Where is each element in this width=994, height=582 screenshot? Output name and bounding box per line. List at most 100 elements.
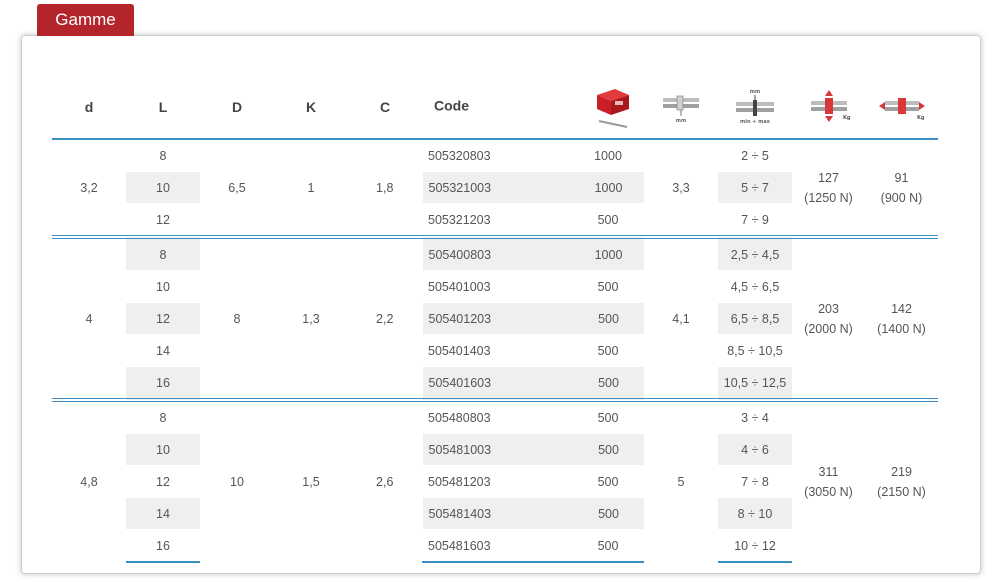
tensile-force-icon: Kg xyxy=(878,98,925,121)
cell-L: 12 xyxy=(126,302,200,335)
col-header-C: C xyxy=(348,76,422,140)
tensile-n: (2150 N) xyxy=(877,485,926,499)
col-header-K: K xyxy=(274,76,348,140)
tensile-kg: 142 xyxy=(891,301,912,316)
cell-L: 8 xyxy=(126,139,200,172)
cell-L: 12 xyxy=(126,203,200,237)
cell-C: 2,6 xyxy=(348,398,422,562)
col-header-thickness: mm xyxy=(644,76,718,140)
cell-code: 505321203 500 xyxy=(422,203,644,237)
code-value: 505481603 xyxy=(428,538,491,553)
col-header-shear: Kg xyxy=(792,76,865,140)
box-qty: 500 xyxy=(597,410,619,425)
cell-code: 505481403 500 xyxy=(421,497,644,530)
cell-L: 10 xyxy=(126,171,200,204)
code-value: 505401003 xyxy=(428,279,491,294)
shear-n: (2000 N) xyxy=(804,321,853,336)
cell-grip: 5 ÷ 7 xyxy=(718,171,792,204)
cell-L: 8 xyxy=(126,398,200,434)
box-qty: 500 xyxy=(598,506,619,521)
svg-text:Kg: Kg xyxy=(917,115,925,121)
cell-thickness: 5 xyxy=(644,398,718,562)
cell-thickness: 4,1 xyxy=(644,235,718,400)
cell-d: 4 xyxy=(52,235,126,400)
cell-L: 16 xyxy=(126,529,200,563)
col-header-grip-range: mm min ÷ max xyxy=(718,76,792,140)
cell-L: 12 xyxy=(126,465,200,498)
code-value: 505400803 xyxy=(428,247,492,262)
col-header-code: Code xyxy=(422,76,644,140)
grip-range-icon: mm min ÷ max xyxy=(736,89,774,125)
table-row: 3,2 8 6,5 1 1,8 505320803 1000 3,3 2 ÷ 5 … xyxy=(52,139,938,237)
cell-K: 1,5 xyxy=(274,398,348,562)
range-panel: d L D K C Code mm mm min ÷ max Kg Kg 3,2… xyxy=(21,35,981,574)
thickness-icon: mm xyxy=(663,95,699,124)
cell-code: 505481603 500 xyxy=(422,529,644,563)
box-qty: 500 xyxy=(597,538,619,553)
cell-d: 3,2 xyxy=(52,139,126,237)
svg-text:min ÷ max: min ÷ max xyxy=(740,119,771,125)
svg-text:mm: mm xyxy=(750,89,760,95)
code-value: 505480803 xyxy=(428,410,491,425)
cell-grip: 10 ÷ 12 xyxy=(718,529,792,563)
cell-shear: 203 (2000 N) xyxy=(792,235,865,400)
code-value: 505481403 xyxy=(428,506,492,521)
code-value: 505320803 xyxy=(428,148,491,163)
box-qty: 500 xyxy=(597,474,619,489)
cell-thickness: 3,3 xyxy=(644,139,718,237)
cell-grip: 4,5 ÷ 6,5 xyxy=(718,270,792,303)
shear-force-icon: Kg xyxy=(810,90,851,122)
svg-text:Kg: Kg xyxy=(843,115,851,121)
cell-K: 1 xyxy=(274,139,348,237)
code-value: 505481203 xyxy=(428,474,491,489)
product-range-table: d L D K C Code mm mm min ÷ max Kg Kg 3,2… xyxy=(52,76,938,563)
cell-code: 505480803 500 xyxy=(422,398,644,434)
cell-code: 505401203 500 xyxy=(421,302,644,335)
col-header-code-label: Code xyxy=(434,97,469,114)
col-header-L: L xyxy=(126,76,200,140)
cell-L: 14 xyxy=(126,334,200,367)
code-value: 505401203 xyxy=(428,311,492,326)
shear-n: (1250 N) xyxy=(804,190,853,205)
box-qty: 500 xyxy=(598,442,619,457)
cell-grip: 10,5 ÷ 12,5 xyxy=(718,366,792,401)
cell-shear: 127 (1250 N) xyxy=(792,139,865,237)
cell-grip: 7 ÷ 9 xyxy=(718,203,792,237)
code-value: 505481003 xyxy=(428,442,492,457)
table-row: 4,8 8 10 1,5 2,6 505480803 500 5 3 ÷ 4 31… xyxy=(52,398,938,562)
cell-L: 16 xyxy=(126,366,200,401)
box-qty: 500 xyxy=(598,311,619,326)
shear-kg: 311 xyxy=(818,465,839,479)
tensile-kg: 91 xyxy=(894,170,909,185)
table-header-row: d L D K C Code mm mm min ÷ max Kg Kg xyxy=(52,76,938,140)
cell-shear: 311 (3050 N) xyxy=(792,398,865,562)
cell-code: 505401403 500 xyxy=(422,334,644,367)
cell-D: 8 xyxy=(200,235,274,400)
cell-L: 10 xyxy=(126,270,200,303)
tab-gamme[interactable]: Gamme xyxy=(37,4,134,36)
col-header-tensile: Kg xyxy=(865,76,938,140)
cell-tensile: 219 (2150 N) xyxy=(865,398,938,562)
cell-code: 505481203 500 xyxy=(422,465,644,498)
cell-code: 505320803 1000 xyxy=(422,139,644,172)
cell-code: 505400803 1000 xyxy=(421,235,644,271)
box-icon xyxy=(596,89,629,128)
box-qty: 500 xyxy=(597,343,619,358)
cell-C: 2,2 xyxy=(348,235,422,400)
shear-kg: 127 xyxy=(818,170,839,185)
cell-grip: 8 ÷ 10 xyxy=(718,497,792,530)
cell-code: 505481003 500 xyxy=(421,433,644,466)
cell-grip: 8,5 ÷ 10,5 xyxy=(718,334,792,367)
cell-tensile: 142 (1400 N) xyxy=(865,235,938,400)
shear-n: (3050 N) xyxy=(804,485,853,499)
cell-grip: 2 ÷ 5 xyxy=(718,139,792,172)
cell-K: 1,3 xyxy=(274,235,348,400)
cell-L: 14 xyxy=(126,497,200,530)
tensile-kg: 219 xyxy=(891,465,912,479)
col-header-D: D xyxy=(200,76,274,140)
code-value: 505401603 xyxy=(428,375,492,390)
cell-L: 10 xyxy=(126,433,200,466)
box-qty: 500 xyxy=(597,279,619,294)
cell-grip: 7 ÷ 8 xyxy=(718,465,792,498)
tensile-n: (1400 N) xyxy=(877,321,926,336)
